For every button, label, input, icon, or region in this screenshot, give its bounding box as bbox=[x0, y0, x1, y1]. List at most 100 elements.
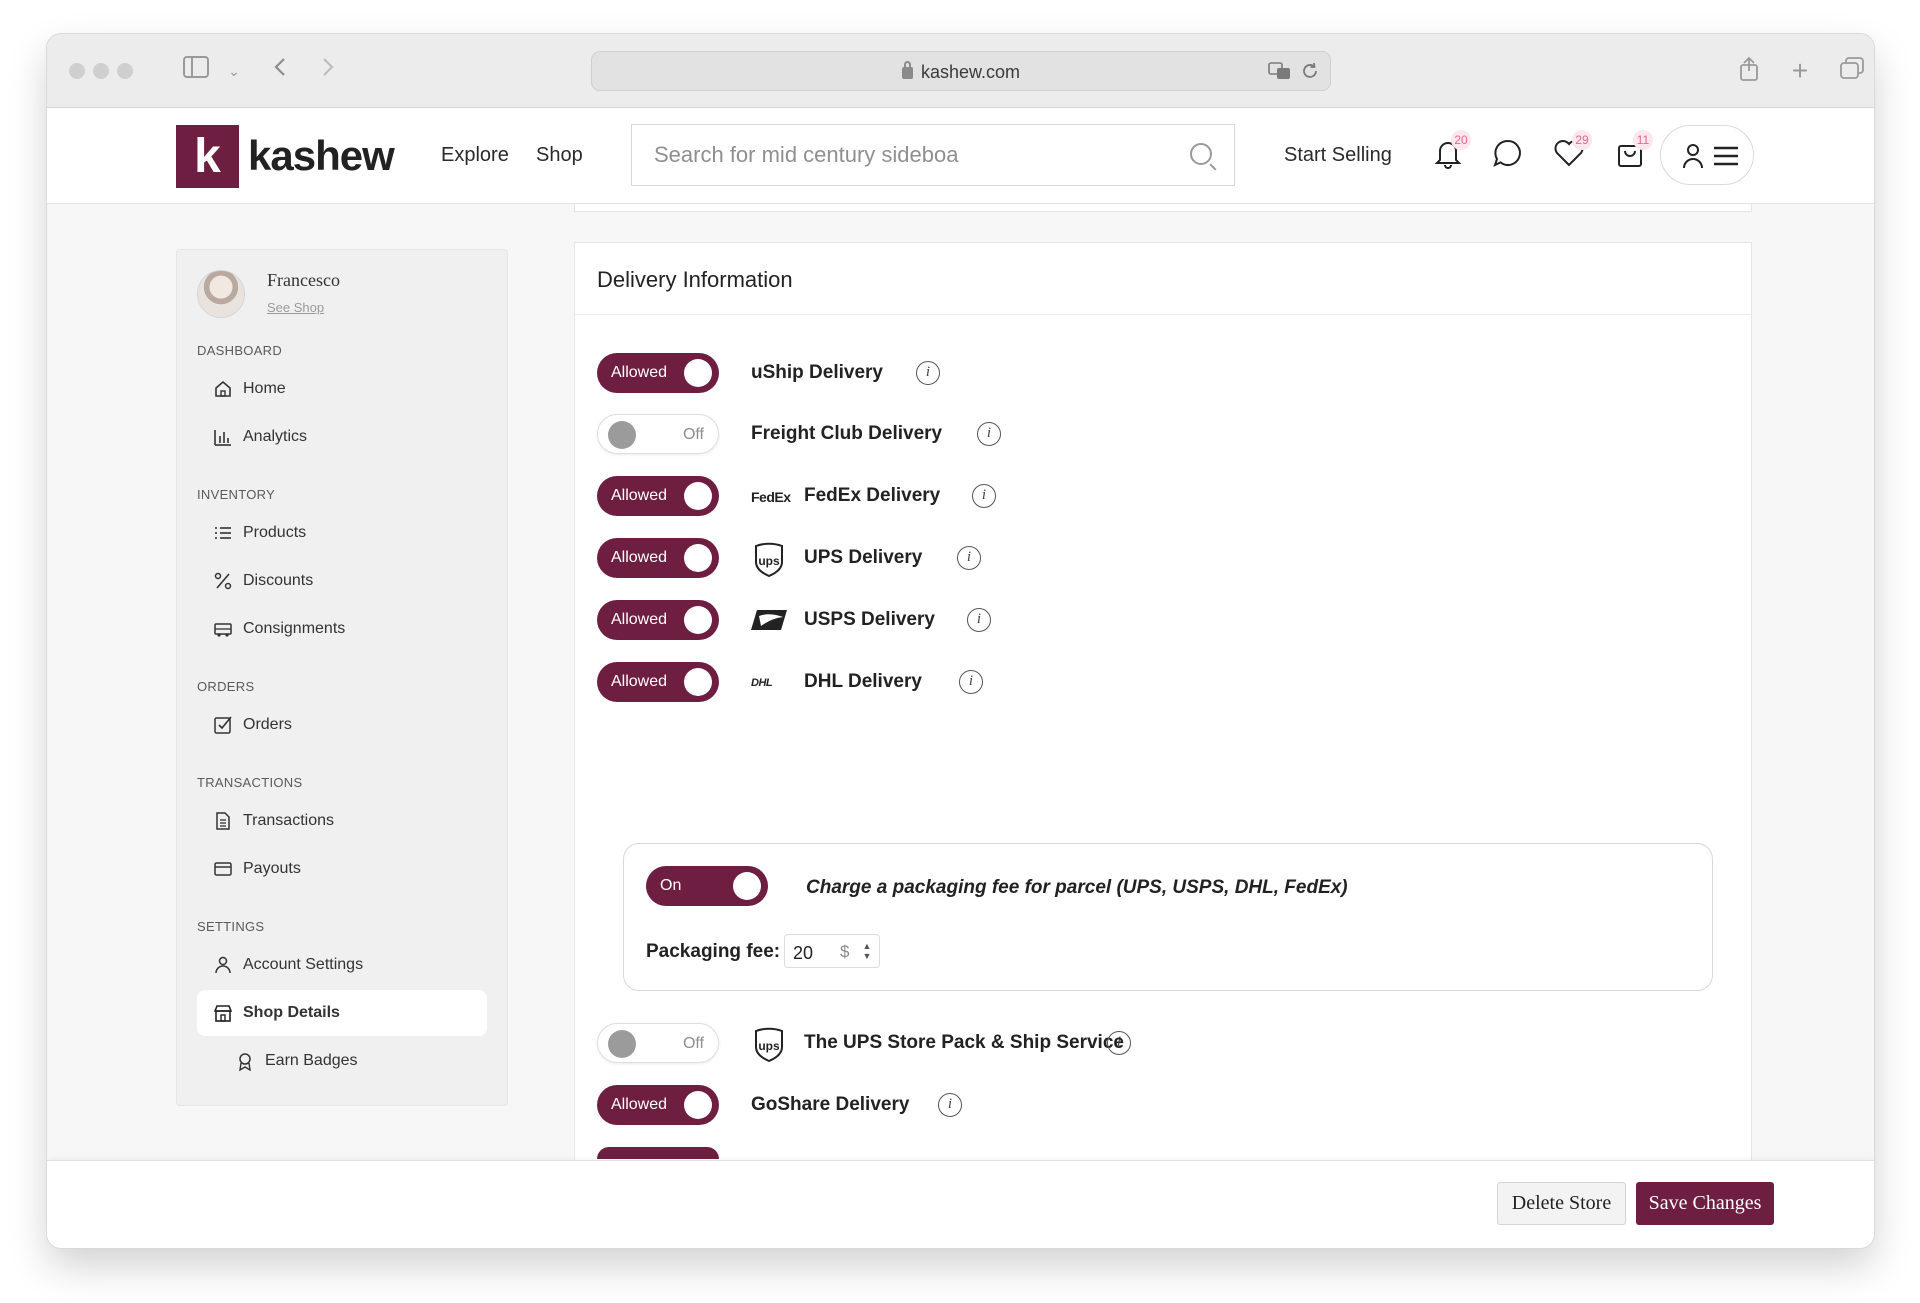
sidebar-item-analytics[interactable]: Analytics bbox=[197, 414, 487, 460]
next-toggle-partial[interactable] bbox=[597, 1147, 719, 1159]
reload-icon[interactable] bbox=[1300, 61, 1320, 86]
translate-icon[interactable] bbox=[1268, 61, 1292, 86]
info-icon[interactable]: i bbox=[938, 1093, 962, 1117]
award-icon bbox=[239, 1053, 251, 1071]
packaging-fee-input[interactable]: 20 $ ▲ ▼ bbox=[784, 934, 880, 968]
info-icon[interactable]: i bbox=[957, 546, 981, 570]
storefront-icon bbox=[213, 1005, 233, 1022]
sidebar-item-earn-badges[interactable]: Earn Badges bbox=[219, 1038, 487, 1084]
uship-toggle[interactable]: Allowed bbox=[597, 353, 719, 393]
sidebar-item-account-settings[interactable]: Account Settings bbox=[197, 942, 487, 988]
delivery-label: GoShare Delivery bbox=[751, 1094, 910, 1115]
section-orders: ORDERS bbox=[197, 679, 255, 694]
sidebar-item-label: Analytics bbox=[243, 428, 308, 445]
sidebar-item-label: Discounts bbox=[243, 572, 314, 589]
sidebar-item-payouts[interactable]: Payouts bbox=[197, 846, 487, 892]
section-inventory: INVENTORY bbox=[197, 487, 276, 502]
document-icon bbox=[216, 812, 230, 830]
toggle-label: Allowed bbox=[611, 1096, 668, 1113]
sidebar-item-home[interactable]: Home bbox=[197, 366, 487, 412]
account-menu-button[interactable] bbox=[1660, 125, 1754, 185]
info-icon[interactable]: i bbox=[972, 484, 996, 508]
delivery-row-ups-store: Off ups The UPS Store Pack & Ship Servic… bbox=[597, 1023, 1497, 1063]
hamburger-icon bbox=[1714, 146, 1738, 166]
back-icon[interactable] bbox=[265, 56, 295, 86]
info-icon[interactable]: i bbox=[1107, 1031, 1131, 1055]
close-window-button[interactable] bbox=[69, 63, 85, 79]
save-changes-button[interactable]: Save Changes bbox=[1636, 1182, 1774, 1225]
avatar[interactable] bbox=[197, 270, 245, 318]
number-stepper-icon[interactable]: ▲ ▼ bbox=[861, 941, 873, 963]
bar-chart-icon bbox=[214, 430, 231, 446]
tab-overview-icon[interactable] bbox=[1837, 56, 1867, 86]
info-icon[interactable]: i bbox=[977, 422, 1001, 446]
share-icon[interactable] bbox=[1734, 56, 1764, 86]
delivery-label: UPS Delivery bbox=[804, 547, 923, 568]
new-tab-icon[interactable]: + bbox=[1785, 56, 1815, 86]
nav-explore[interactable]: Explore bbox=[441, 144, 509, 167]
sidebar-item-label: Account Settings bbox=[243, 956, 364, 973]
zoom-window-button[interactable] bbox=[117, 63, 133, 79]
checkbox-icon bbox=[214, 716, 232, 734]
sidebar-item-discounts[interactable]: Discounts bbox=[197, 558, 487, 604]
sidebar-item-label: Consignments bbox=[243, 620, 346, 637]
freight-club-toggle[interactable]: Off bbox=[597, 414, 719, 454]
delivery-row-dhl: Allowed DHL DHL Delivery i bbox=[597, 662, 1497, 702]
packaging-fee-toggle[interactable]: On bbox=[646, 866, 768, 906]
lock-icon bbox=[901, 61, 913, 79]
toggle-label: Allowed bbox=[611, 549, 668, 566]
forward-icon[interactable] bbox=[313, 56, 343, 86]
dashboard-sidebar: Francesco See Shop DASHBOARD Home Analyt… bbox=[176, 249, 508, 1106]
search-input[interactable] bbox=[654, 142, 1174, 168]
fedex-toggle[interactable]: Allowed bbox=[597, 476, 719, 516]
info-icon[interactable]: i bbox=[967, 608, 991, 632]
delete-store-button[interactable]: Delete Store bbox=[1497, 1182, 1626, 1225]
see-shop-link[interactable]: See Shop bbox=[267, 300, 324, 315]
usps-toggle[interactable]: Allowed bbox=[597, 600, 719, 640]
dhl-toggle[interactable]: Allowed bbox=[597, 662, 719, 702]
logo-text[interactable]: kashew bbox=[248, 132, 395, 180]
user-icon bbox=[215, 956, 231, 974]
delivery-label: Freight Club Delivery bbox=[751, 423, 943, 444]
sidebar-item-transactions[interactable]: Transactions bbox=[197, 798, 487, 844]
delivery-row-uship: Allowed uShip Delivery i bbox=[597, 353, 1497, 393]
info-icon[interactable]: i bbox=[959, 670, 983, 694]
section-dashboard: DASHBOARD bbox=[197, 343, 283, 358]
ups-toggle[interactable]: Allowed bbox=[597, 538, 719, 578]
sidebar-item-label: Shop Details bbox=[243, 1004, 340, 1021]
search-icon[interactable] bbox=[1190, 143, 1212, 165]
logo-mark[interactable]: k bbox=[176, 125, 239, 188]
search-box[interactable] bbox=[631, 124, 1235, 186]
minimize-window-button[interactable] bbox=[93, 63, 109, 79]
ups-store-toggle[interactable]: Off bbox=[597, 1023, 719, 1063]
ups-shield-icon: ups bbox=[751, 1027, 787, 1063]
delivery-row-fedex: Allowed FedEx FedEx Delivery i bbox=[597, 476, 1497, 516]
action-footer: Delete Store Save Changes bbox=[47, 1160, 1874, 1248]
delivery-label: The UPS Store Pack & Ship Service bbox=[804, 1032, 1124, 1053]
address-bar[interactable]: kashew.com bbox=[591, 51, 1331, 91]
favorites-badge: 29 bbox=[1572, 130, 1592, 150]
section-title: Delivery Information bbox=[597, 267, 793, 292]
currency-symbol: $ bbox=[840, 942, 850, 961]
info-icon[interactable]: i bbox=[916, 361, 940, 385]
sidebar-item-orders[interactable]: Orders bbox=[197, 702, 487, 748]
notifications-badge: 20 bbox=[1451, 130, 1471, 150]
favorites-button[interactable]: 29 bbox=[1552, 130, 1592, 170]
previous-section-card bbox=[574, 204, 1752, 212]
ups-logo-text: ups bbox=[758, 1039, 780, 1053]
sidebar-toggle-icon[interactable] bbox=[181, 56, 211, 86]
notifications-button[interactable]: 20 bbox=[1431, 130, 1471, 170]
sidebar-item-products[interactable]: Products bbox=[197, 510, 487, 556]
delivery-information-card: Delivery Information Allowed uShip Deliv… bbox=[574, 242, 1752, 1242]
sidebar-item-consignments[interactable]: Consignments bbox=[197, 606, 487, 652]
messages-button[interactable] bbox=[1491, 136, 1525, 170]
goshare-toggle[interactable]: Allowed bbox=[597, 1085, 719, 1125]
sidebar-item-shop-details[interactable]: Shop Details bbox=[197, 990, 487, 1036]
usps-eagle-icon bbox=[751, 604, 787, 636]
nav-shop[interactable]: Shop bbox=[536, 144, 583, 167]
chevron-down-icon[interactable]: ⌄ bbox=[219, 56, 249, 86]
cart-button[interactable]: 11 bbox=[1613, 130, 1653, 170]
user-icon bbox=[1683, 144, 1703, 169]
start-selling-link[interactable]: Start Selling bbox=[1284, 144, 1392, 167]
site-header: k kashew Explore Shop Start Selling 20 2… bbox=[47, 108, 1874, 204]
